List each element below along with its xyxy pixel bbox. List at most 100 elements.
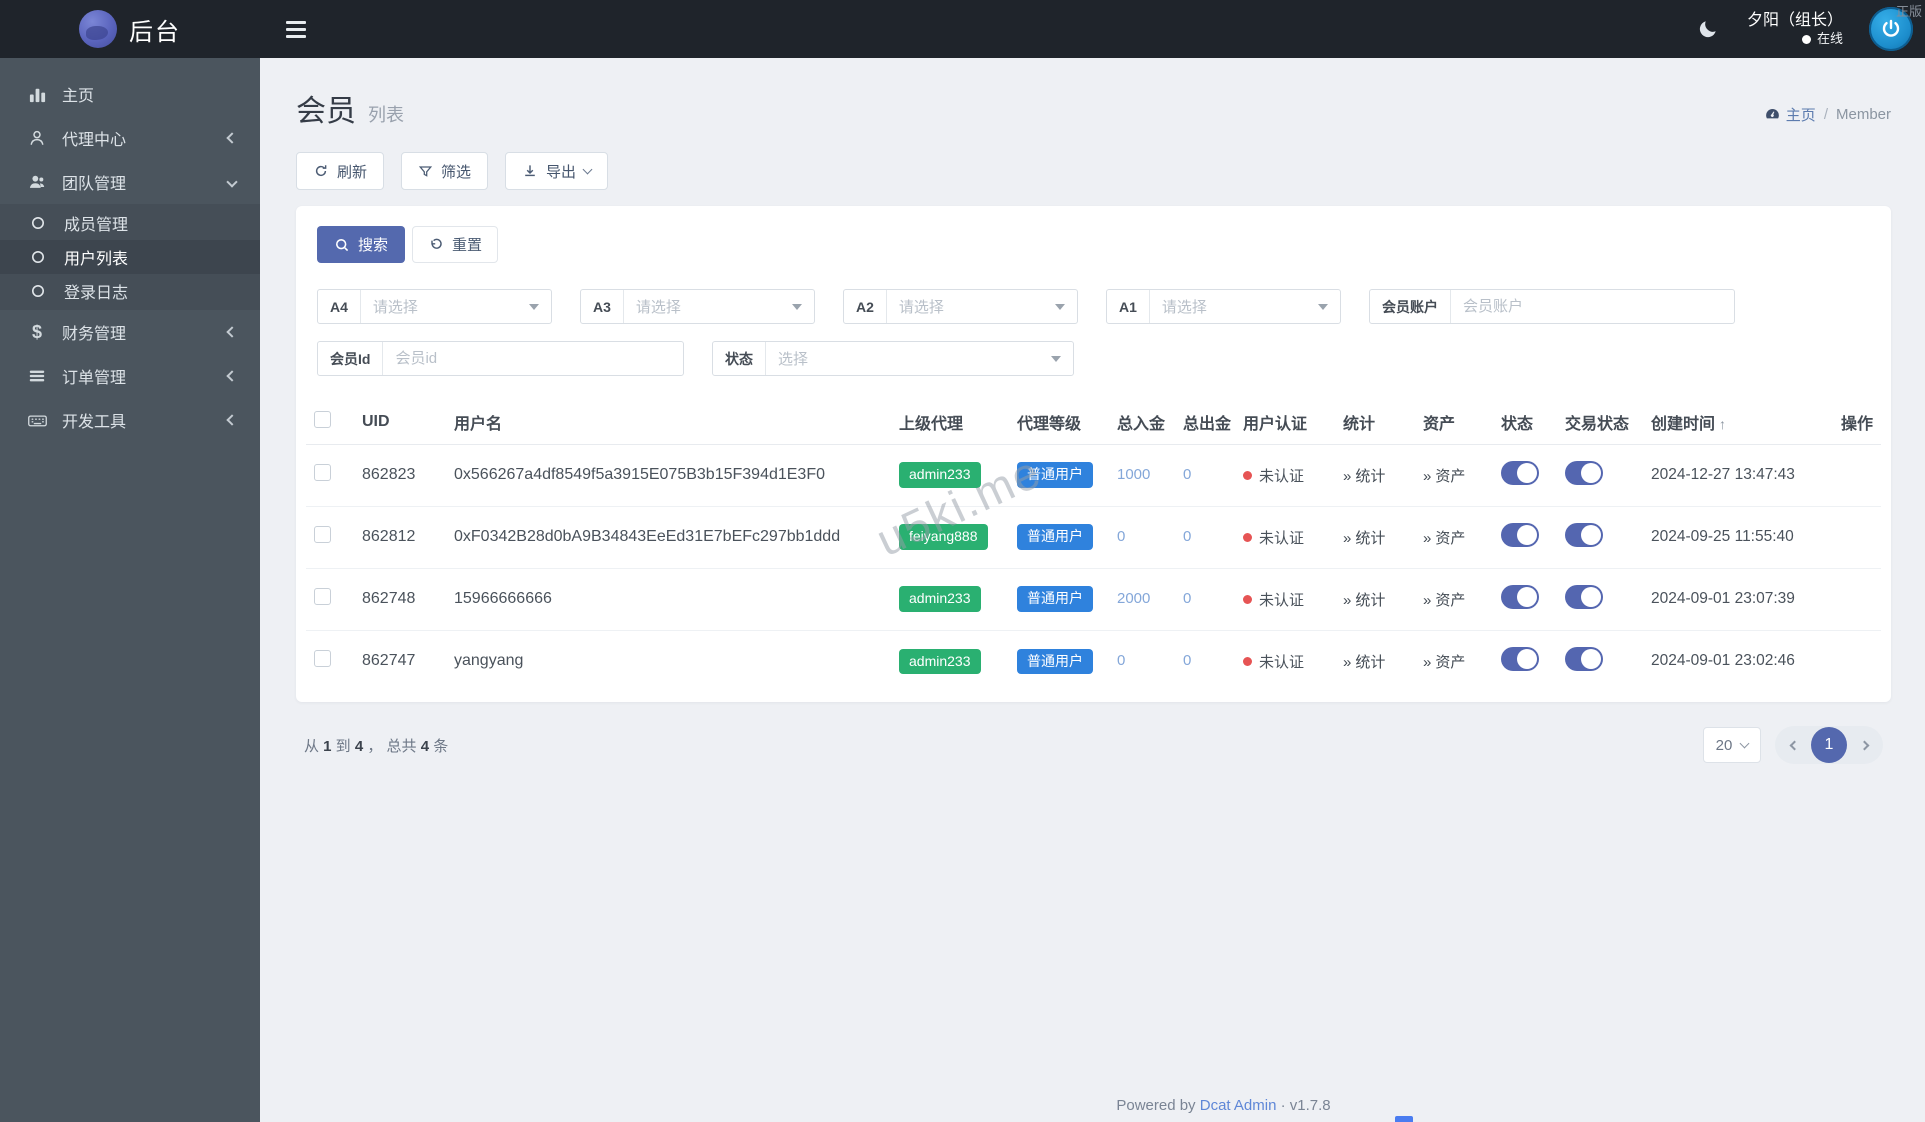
member-id-input[interactable] (383, 350, 683, 367)
breadcrumb: 主页 / Member (1764, 104, 1891, 130)
sidebar-item-label: 开发工具 (62, 414, 127, 431)
assets-link[interactable]: » 资产 (1423, 654, 1465, 671)
sidebar-item-home[interactable]: 主页 (0, 72, 260, 116)
stats-link[interactable]: » 统计 (1343, 654, 1385, 671)
col-username: 用户名 (446, 400, 891, 445)
trade-status-toggle[interactable] (1565, 584, 1603, 609)
circle-icon (30, 214, 50, 232)
total-out-link[interactable]: 0 (1183, 466, 1191, 483)
sidebar-toggle-button[interactable] (286, 20, 306, 38)
user-info[interactable]: 夕阳（组长） 在线 (1747, 11, 1843, 47)
page-size-select[interactable]: 20 (1703, 727, 1761, 763)
funnel-icon (418, 165, 433, 177)
total-out-link[interactable]: 0 (1183, 528, 1191, 545)
keyboard-icon (26, 410, 48, 430)
trade-status-toggle[interactable] (1565, 522, 1603, 547)
stats-link[interactable]: » 统计 (1343, 592, 1385, 609)
filter-select-a2[interactable]: A2 请选择 (843, 289, 1078, 324)
total-in-link[interactable]: 1000 (1117, 466, 1150, 483)
row-checkbox[interactable] (314, 588, 331, 605)
next-page-button[interactable] (1851, 732, 1877, 758)
parent-agent-badge: admin233 (899, 462, 981, 488)
agent-level-badge: 普通用户 (1017, 524, 1093, 550)
assets-link[interactable]: » 资产 (1423, 530, 1465, 547)
status-toggle[interactable] (1501, 646, 1539, 671)
footer: Powered by Dcat Admin · v1.7.8 (1116, 1097, 1331, 1114)
pagination-summary: 从 1 到 4 ， 总共 4 条 (304, 737, 449, 755)
dcat-admin-link[interactable]: Dcat Admin (1200, 1097, 1277, 1114)
created-at-cell: 2024-12-27 13:47:43 (1643, 444, 1813, 507)
sidebar-item-finance-management[interactable]: $ 财务管理 (0, 310, 260, 354)
filter-member-id: 会员Id (317, 341, 684, 376)
power-icon (1882, 19, 1900, 37)
circle-icon (30, 248, 50, 266)
assets-link[interactable]: » 资产 (1423, 468, 1465, 485)
caret-down-icon (1055, 303, 1065, 310)
reset-button[interactable]: 重置 (412, 226, 499, 263)
refresh-button[interactable]: 刷新 (296, 152, 385, 190)
trade-status-toggle[interactable] (1565, 460, 1603, 485)
row-checkbox[interactable] (314, 526, 331, 543)
col-auth: 用户认证 (1235, 400, 1335, 445)
pager: 1 (1775, 726, 1883, 764)
users-icon (26, 172, 48, 192)
total-in-link[interactable]: 0 (1117, 652, 1125, 669)
sidebar-item-user-list[interactable]: 用户列表 (0, 240, 260, 274)
trade-status-toggle[interactable] (1565, 646, 1603, 671)
filter-select-a4[interactable]: A4 请选择 (317, 289, 552, 324)
account-input[interactable] (1451, 298, 1734, 315)
sidebar-item-dev-tools[interactable]: 开发工具 (0, 398, 260, 442)
row-checkbox[interactable] (314, 650, 331, 668)
circle-icon (30, 282, 50, 300)
assets-link[interactable]: » 资产 (1423, 592, 1465, 609)
bar-chart-icon (26, 84, 48, 104)
chevron-left-icon (226, 370, 238, 382)
total-out-link[interactable]: 0 (1183, 652, 1191, 669)
col-created-at[interactable]: 创建时间 ↑ (1643, 400, 1813, 445)
sidebar-item-team-management[interactable]: 团队管理 (0, 160, 260, 204)
sidebar-item-label: 主页 (62, 88, 95, 105)
dark-mode-toggle[interactable] (1695, 16, 1721, 42)
current-page-button[interactable]: 1 (1811, 727, 1847, 763)
row-checkbox[interactable] (314, 464, 331, 481)
select-all-checkbox[interactable] (314, 410, 331, 428)
prev-page-button[interactable] (1781, 732, 1807, 758)
stats-link[interactable]: » 统计 (1343, 530, 1385, 547)
sidebar-item-label: 团队管理 (62, 176, 127, 193)
sort-asc-icon: ↑ (1719, 415, 1727, 432)
breadcrumb-separator: / (1823, 106, 1828, 123)
table-row: 862748 15966666666 admin233 普通用户 2000 0 … (306, 568, 1881, 631)
col-parent-agent: 上级代理 (891, 400, 1009, 445)
stats-link[interactable]: » 统计 (1343, 468, 1385, 485)
logo-icon (79, 10, 117, 48)
search-button[interactable]: 搜索 (317, 226, 406, 263)
chevron-left-icon (226, 132, 238, 144)
username-cell: 0xF0342B28d0bA9B34843EeEd31E7bEFc297bb1d… (446, 506, 891, 569)
user-status: 在线 (1747, 31, 1843, 47)
total-in-link[interactable]: 0 (1117, 528, 1125, 545)
logo[interactable]: 后台 (0, 0, 260, 58)
breadcrumb-home[interactable]: 主页 (1764, 104, 1816, 125)
status-toggle[interactable] (1501, 460, 1539, 485)
sidebar-item-login-log[interactable]: 登录日志 (0, 274, 260, 308)
page-content: 会员 列表 主页 / Member 刷新 筛选 导出 搜索 重置 A4 请选择 … (260, 58, 1925, 1122)
filter-status[interactable]: 状态 选择 (712, 341, 1074, 376)
created-at-cell: 2024-09-01 23:02:46 (1651, 652, 1795, 670)
status-toggle[interactable] (1501, 522, 1539, 547)
sidebar-item-agent-center[interactable]: 代理中心 (0, 116, 260, 160)
col-status: 状态 (1493, 400, 1557, 445)
breadcrumb-current: Member (1835, 106, 1891, 123)
export-button[interactable]: 导出 (505, 152, 609, 190)
pagination: 从 1 到 4 ， 总共 4 条 20 1 (304, 726, 1883, 764)
agent-level-badge: 普通用户 (1017, 462, 1093, 488)
filter-select-a1[interactable]: A1 请选择 (1106, 289, 1341, 324)
moon-icon (1699, 21, 1716, 38)
total-out-link[interactable]: 0 (1183, 590, 1191, 607)
status-toggle[interactable] (1501, 584, 1539, 609)
total-in-link[interactable]: 2000 (1117, 590, 1150, 607)
filter-select-a3[interactable]: A3 请选择 (580, 289, 815, 324)
filter-button[interactable]: 筛选 (401, 152, 489, 190)
sidebar-item-order-management[interactable]: 订单管理 (0, 354, 260, 398)
sidebar-item-label: 登录日志 (64, 285, 129, 302)
sidebar-item-member-management[interactable]: 成员管理 (0, 206, 260, 240)
